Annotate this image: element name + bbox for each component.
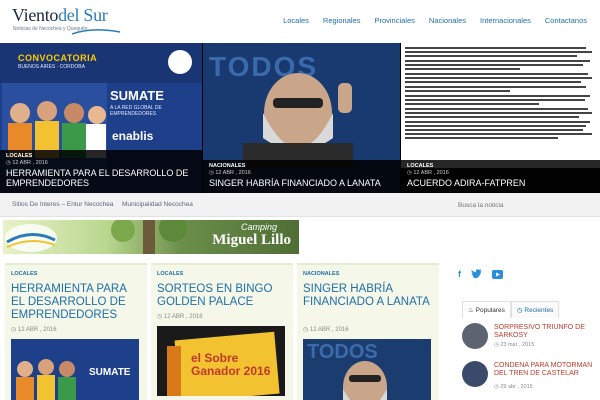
article-image[interactable]: TODOS	[303, 339, 431, 400]
man-photo-icon	[343, 361, 387, 400]
slide-category[interactable]: LOCALES	[407, 163, 594, 169]
article-image[interactable]: el Sobre Ganador 2016	[157, 326, 285, 396]
man-photo-icon	[243, 73, 353, 168]
article-card[interactable]: LOCALES SORTEOS EN BINGO GOLDEN PALACE ◷…	[151, 263, 293, 400]
sidebar: f ♨ Populares ◷ Recientes SORPRESIVO TRI…	[458, 263, 600, 400]
logo-text: Vientodel Sur	[12, 5, 108, 25]
slide-title[interactable]: ACUERDO ADIRA-FATPREN	[407, 178, 594, 188]
sidebar-item[interactable]: SORPRESIVO TRIUNFO DE SARKOSY ◷ 23 mar ,…	[462, 321, 600, 355]
search-input[interactable]	[452, 197, 600, 213]
link-entur-necochea[interactable]: Sitios De Interes – Entur Necochea	[12, 201, 114, 208]
links-bar: Sitios De Interes – Entur Necochea Munic…	[0, 193, 600, 217]
site-logo[interactable]: Vientodel Sur Noticias de Necochea y Que…	[12, 5, 122, 37]
article-date: ◷ 12 ABR , 2016	[157, 314, 203, 320]
article-title[interactable]: SORTEOS EN BINGO GOLDEN PALACE	[157, 283, 289, 309]
ad-brand: enablis	[112, 129, 154, 143]
slide-3[interactable]: LOCALES ◷ 12 ABR , 2016 ACUERDO ADIRA-FA…	[401, 43, 600, 193]
slide-title[interactable]: SINGER HABRÍA FINANCIADO A LANATA	[209, 178, 394, 188]
ad-convocatoria-sub: BUENOS AIRES · CORDOBA	[18, 64, 85, 70]
sidebar-item[interactable]: CONDENA PARA MOTORMAN DEL TREN DE CASTEL…	[462, 359, 600, 393]
slide-caption: LOCALES ◷ 12 ABR , 2016 HERRAMIENTA PARA…	[0, 150, 202, 193]
slide-category[interactable]: LOCALES	[6, 153, 196, 159]
article-card[interactable]: NACIONALES SINGER HABRÍA FINANCIADO A LA…	[297, 263, 439, 400]
tab-recientes[interactable]: ◷ Recientes	[510, 301, 560, 318]
nav-item-nacionales[interactable]: Nacionales	[422, 16, 473, 25]
page: Vientodel Sur Noticias de Necochea y Que…	[0, 0, 600, 400]
article-category[interactable]: NACIONALES	[303, 271, 339, 277]
nav-item-provinciales[interactable]: Provinciales	[367, 16, 421, 25]
ad-header: CONVOCATORIA BUENOS AIRES · CORDOBA	[0, 43, 202, 83]
youtube-icon[interactable]	[492, 269, 503, 282]
camping-banner[interactable]: Camping Miguel Lillo	[3, 220, 299, 254]
ad-sumate-sub: A LA RED GLOBAL DE EMPRENDEDORES	[110, 105, 162, 117]
people-photo-icon	[16, 359, 76, 400]
nav-item-contactanos[interactable]: Contactanos	[538, 16, 594, 25]
enablis-logo-icon	[168, 50, 192, 74]
clock-icon: ◷	[157, 314, 164, 320]
sidebar-thumbnail[interactable]	[462, 323, 488, 349]
sidebar-list: SORPRESIVO TRIUNFO DE SARKOSY ◷ 23 mar ,…	[462, 321, 600, 397]
twitter-icon[interactable]	[471, 269, 482, 282]
article-image[interactable]: SUMATE	[11, 339, 139, 400]
facebook-icon[interactable]: f	[458, 269, 461, 282]
slide-date: ◷ 12 ABR , 2016	[209, 170, 251, 176]
main-nav: Locales Regionales Provinciales Nacional…	[276, 16, 594, 25]
slide-category[interactable]: NACIONALES	[209, 163, 394, 169]
article-category[interactable]: LOCALES	[157, 271, 183, 277]
articles-grid: LOCALES HERRAMIENTA PARA EL DESARROLLO D…	[5, 263, 450, 400]
nav-item-internacionales[interactable]: Internacionales	[473, 16, 538, 25]
sidebar-item-date: ◷ 23 mar , 2015	[494, 342, 535, 348]
slide-title[interactable]: HERRAMIENTA PARA EL DESARROLLO DE EMPREN…	[6, 168, 196, 188]
header: Vientodel Sur Noticias de Necochea y Que…	[0, 0, 600, 43]
document-image	[401, 43, 600, 168]
slide-date: ◷ 12 ABR , 2016	[6, 160, 48, 166]
slide-caption: NACIONALES ◷ 12 ABR , 2016 SINGER HABRÍA…	[203, 160, 400, 193]
banner-line1: Camping	[240, 222, 277, 232]
flame-icon: ♨	[468, 307, 476, 314]
social-links: f	[458, 269, 503, 282]
slide-2[interactable]: TODOS NACIONALES ◷ 12 ABR , 2016 SINGER …	[203, 43, 400, 193]
sidebar-item-title[interactable]: CONDENA PARA MOTORMAN DEL TREN DE CASTEL…	[494, 362, 598, 378]
article-date: ◷ 12 ABR , 2016	[303, 327, 349, 333]
article-card[interactable]: LOCALES HERRAMIENTA PARA EL DESARROLLO D…	[5, 263, 147, 400]
sidebar-tabs: ♨ Populares ◷ Recientes	[462, 301, 560, 318]
ad-sumate: SUMATE	[110, 88, 164, 103]
article-date: ◷ 12 ABR , 2016	[11, 327, 57, 333]
slide-1[interactable]: CONVOCATORIA BUENOS AIRES · CORDOBA SUMA…	[0, 43, 202, 193]
logo-swoosh-icon	[72, 29, 120, 35]
nav-item-locales[interactable]: Locales	[276, 16, 316, 25]
sidebar-item-date: ◷ 29 abr , 2015	[494, 384, 533, 390]
nav-item-regionales[interactable]: Regionales	[316, 16, 368, 25]
banner-line2: Miguel Lillo	[212, 232, 291, 248]
slide-caption: LOCALES ◷ 12 ABR , 2016 ACUERDO ADIRA-FA…	[401, 160, 600, 193]
slide-date: ◷ 12 ABR , 2016	[407, 170, 449, 176]
clock-icon: ◷	[11, 327, 18, 333]
article-title[interactable]: SINGER HABRÍA FINANCIADO A LANATA	[303, 283, 435, 309]
article-image-text: el Sobre Ganador 2016	[191, 351, 271, 378]
clock-icon: ◷	[303, 327, 310, 333]
tab-populares[interactable]: ♨ Populares	[462, 301, 511, 318]
ad-convocatoria: CONVOCATORIA	[18, 53, 98, 63]
article-title[interactable]: HERRAMIENTA PARA EL DESARROLLO DE EMPREN…	[11, 283, 143, 322]
article-category[interactable]: LOCALES	[11, 271, 37, 277]
sidebar-thumbnail[interactable]	[462, 361, 488, 387]
sidebar-item-title[interactable]: SORPRESIVO TRIUNFO DE SARKOSY	[494, 324, 598, 340]
featured-slider: CONVOCATORIA BUENOS AIRES · CORDOBA SUMA…	[0, 43, 600, 193]
link-municipalidad[interactable]: Municipalidad Necochea	[122, 201, 193, 208]
article-image-text: SUMATE	[89, 367, 131, 378]
